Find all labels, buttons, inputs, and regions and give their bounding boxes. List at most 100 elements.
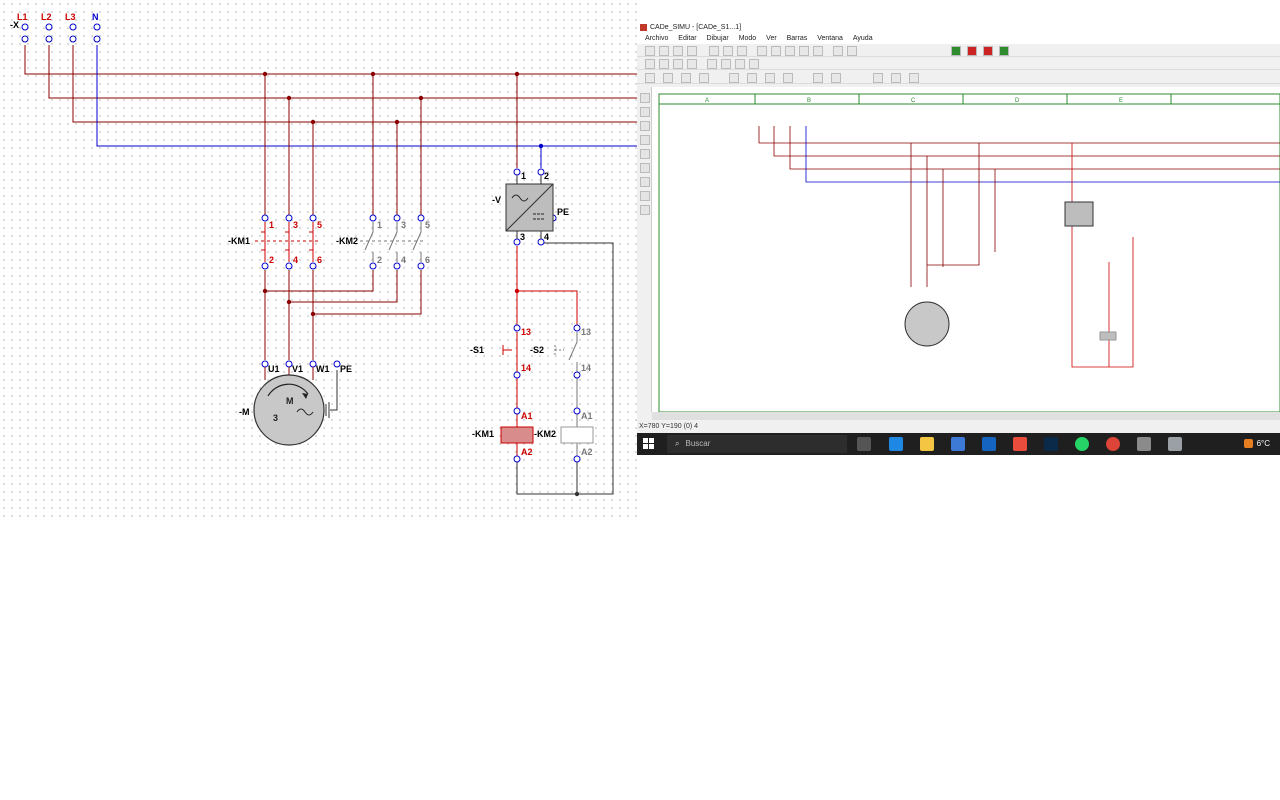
print-icon[interactable] — [687, 46, 697, 56]
line-icon[interactable] — [721, 59, 731, 69]
windows-taskbar: ⌕ Buscar 6°C — [637, 433, 1280, 455]
rotate-icon[interactable] — [645, 59, 655, 69]
mirror-icon[interactable] — [659, 59, 669, 69]
relay-icon[interactable] — [873, 73, 883, 83]
wire-icon[interactable] — [909, 73, 919, 83]
motor-icon[interactable] — [729, 73, 739, 83]
circle-icon[interactable] — [749, 59, 759, 69]
menu-dibujar[interactable]: Dibujar — [707, 35, 729, 42]
psu-terminal-label: 1 — [521, 171, 526, 181]
paste-icon[interactable] — [737, 46, 747, 56]
open-file-icon[interactable] — [659, 46, 669, 56]
mini-motor[interactable] — [904, 301, 950, 347]
pushbutton-icon[interactable] — [765, 73, 775, 83]
new-file-icon[interactable] — [645, 46, 655, 56]
simulate-stop-icon[interactable] — [967, 46, 977, 56]
km2-contactor-label: -KM2 — [336, 236, 358, 246]
menu-ventana[interactable]: Ventana — [817, 35, 843, 42]
search-label: Buscar — [685, 439, 711, 448]
mini-coil[interactable] — [1099, 331, 1117, 341]
whatsapp-icon[interactable] — [1075, 437, 1089, 451]
mini-psu[interactable] — [1064, 201, 1094, 227]
text-icon[interactable] — [707, 59, 717, 69]
wire-tool-icon[interactable] — [640, 107, 650, 117]
timer-icon[interactable] — [891, 73, 901, 83]
lamp-icon[interactable] — [813, 73, 823, 83]
store-icon[interactable] — [951, 437, 965, 451]
switch-icon[interactable] — [747, 73, 757, 83]
ellipse-tool-icon[interactable] — [640, 163, 650, 173]
menu-archivo[interactable]: Archivo — [645, 35, 668, 42]
window-title: CADe_SIMU - [CADe_S1...1] — [650, 24, 742, 31]
grid-icon[interactable] — [813, 46, 823, 56]
task-view-icon[interactable] — [857, 437, 871, 451]
drawing-toolbar — [637, 57, 1280, 70]
save-file-icon[interactable] — [673, 46, 683, 56]
menu-modo[interactable]: Modo — [739, 35, 757, 42]
windows-start-icon[interactable] — [643, 438, 654, 449]
node-tool-icon[interactable] — [640, 121, 650, 131]
window-titlebar[interactable]: CADe_SIMU - [CADe_S1...1] — [637, 22, 1280, 33]
sensor-icon[interactable] — [831, 73, 841, 83]
copy-icon[interactable] — [723, 46, 733, 56]
contactor-icon[interactable] — [699, 73, 709, 83]
coil2-label: -KM2 — [534, 429, 556, 439]
mini-schematic[interactable]: A B C D E — [652, 87, 1280, 413]
coil-icon[interactable] — [783, 73, 793, 83]
horizontal-scrollbar[interactable] — [652, 412, 1280, 420]
calc-icon[interactable] — [1013, 437, 1027, 451]
schematic-canvas[interactable]: -X L1 L2 L3 N -KM1 1 3 5 2 4 6 -KM2 1 3 … — [0, 0, 640, 520]
taskbar-search[interactable]: ⌕ Buscar — [667, 435, 847, 453]
km2-coil[interactable] — [560, 426, 594, 444]
coil2-a1-label: A1 — [581, 411, 593, 421]
cut-icon[interactable] — [709, 46, 719, 56]
pointer-icon[interactable] — [640, 93, 650, 103]
drawing-area[interactable]: A B C D E — [652, 87, 1280, 413]
km2-terminal-label: 5 — [425, 220, 430, 230]
menu-ver[interactable]: Ver — [766, 35, 777, 42]
motor-phases: 3 — [273, 413, 278, 423]
power-supply-symbol[interactable] — [505, 175, 554, 239]
km1-coil[interactable] — [500, 426, 534, 444]
menu-barras[interactable]: Barras — [787, 35, 808, 42]
motor-terminal-label: W1 — [316, 364, 330, 374]
align-icon[interactable] — [673, 59, 683, 69]
cadesimu2-icon[interactable] — [1168, 437, 1182, 451]
zoom-out-icon[interactable] — [771, 46, 781, 56]
power-supply-icon[interactable] — [645, 73, 655, 83]
column-label: E — [1119, 98, 1123, 104]
folder-icon[interactable] — [920, 437, 934, 451]
temperature-label: 6°C — [1256, 439, 1270, 448]
chrome-icon[interactable] — [1106, 437, 1120, 451]
zoom-in-icon[interactable] — [757, 46, 767, 56]
cad-app-window[interactable]: CADe_SIMU - [CADe_S1...1] Archivo Editar… — [637, 22, 1280, 455]
rect-icon[interactable] — [735, 59, 745, 69]
text-tool-icon[interactable] — [640, 205, 650, 215]
phase-l1-label: L1 — [17, 12, 28, 22]
distribute-icon[interactable] — [687, 59, 697, 69]
bus-tool-icon[interactable] — [640, 135, 650, 145]
breaker-icon[interactable] — [681, 73, 691, 83]
photoshop-icon[interactable] — [1044, 437, 1058, 451]
menu-ayuda[interactable]: Ayuda — [853, 35, 873, 42]
redo-icon[interactable] — [847, 46, 857, 56]
fill-tool-icon[interactable] — [640, 177, 650, 187]
undo-icon[interactable] — [833, 46, 843, 56]
edge-icon[interactable] — [889, 437, 903, 451]
menu-editar[interactable]: Editar — [678, 35, 696, 42]
simulate-step-icon[interactable] — [999, 46, 1009, 56]
motor-symbol[interactable] — [253, 367, 330, 446]
schematic-drawing[interactable]: -X L1 L2 L3 N -KM1 1 3 5 2 4 6 -KM2 1 3 … — [0, 0, 640, 520]
column-label: B — [807, 98, 811, 104]
cadesimu-icon[interactable] — [1137, 437, 1151, 451]
rect-tool-icon[interactable] — [640, 149, 650, 159]
simulate-pause-icon[interactable] — [983, 46, 993, 56]
system-tray[interactable]: 6°C — [1243, 437, 1270, 451]
simulate-start-icon[interactable] — [951, 46, 961, 56]
zoom-fit-icon[interactable] — [785, 46, 795, 56]
mail-icon[interactable] — [982, 437, 996, 451]
fuse-icon[interactable] — [663, 73, 673, 83]
zoom-window-icon[interactable] — [799, 46, 809, 56]
menu-bar: Archivo Editar Dibujar Modo Ver Barras V… — [637, 33, 1280, 44]
pen-tool-icon[interactable] — [640, 191, 650, 201]
